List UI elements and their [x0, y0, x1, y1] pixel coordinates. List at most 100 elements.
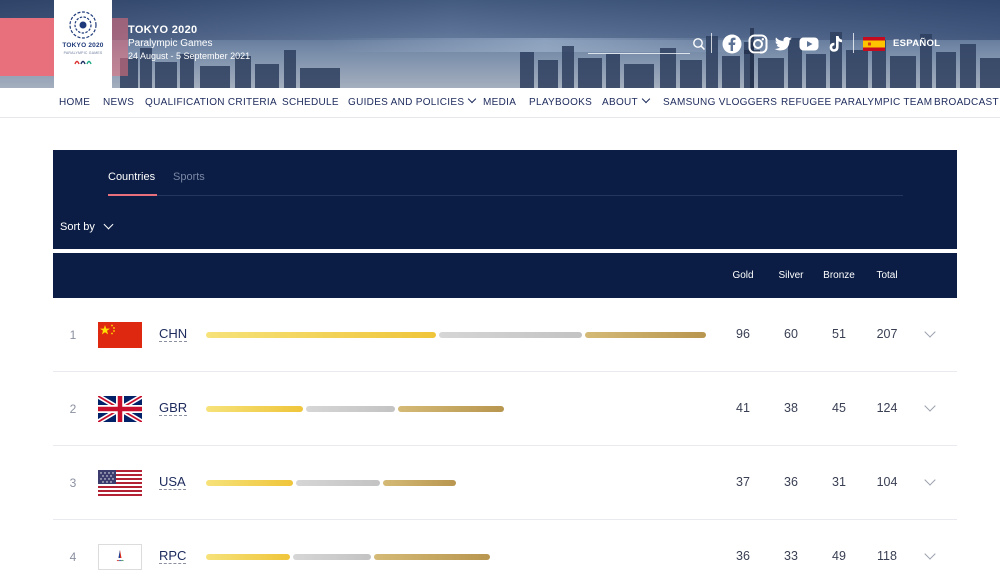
agitos-icon — [74, 60, 92, 65]
main-navigation: HOME NEWS QUALIFICATION CRITERIA SCHEDUL… — [0, 88, 1000, 118]
header-banner: TOKYO 2020 PARALYMPIC GAMES TOKYO 2020 P… — [0, 0, 1000, 88]
nav-item-guides-and-policies[interactable]: GUIDES AND POLICIES — [348, 94, 477, 108]
nav-item-label: GUIDES AND POLICIES — [348, 97, 465, 108]
event-dates: 24 August - 5 September 2021 — [128, 51, 251, 61]
brand-accent-strip-secondary — [112, 18, 128, 76]
table-row[interactable]: 1 CHN 96 60 51 207 — [53, 298, 957, 372]
bronze-bar — [383, 480, 456, 486]
expand-chevron-icon[interactable] — [924, 548, 936, 560]
bronze-bar — [397, 406, 505, 412]
spain-flag-icon[interactable] — [863, 37, 885, 51]
silver-bar — [293, 554, 371, 560]
chevron-down-icon — [468, 94, 477, 104]
column-header-bronze[interactable]: Bronze — [815, 270, 863, 281]
nav-item-broadcast[interactable]: BROADCAST — [934, 97, 999, 108]
nav-item-media[interactable]: MEDIA — [483, 97, 516, 108]
gold-count: 41 — [736, 401, 750, 415]
country-code[interactable]: USA — [159, 474, 186, 490]
brand-accent-strip — [0, 18, 56, 76]
expand-chevron-icon[interactable] — [924, 474, 936, 486]
column-header-silver[interactable]: Silver — [767, 270, 815, 281]
silver-bar — [305, 406, 395, 412]
logo-subtext: PARALYMPIC GAMES — [63, 51, 103, 55]
medal-bars — [206, 480, 712, 486]
nav-item-label: ABOUT — [602, 97, 638, 108]
medal-table-controls: Countries Sports Sort by — [53, 150, 957, 249]
column-header-gold[interactable]: Gold — [719, 270, 767, 281]
nav-item-schedule[interactable]: SCHEDULE — [282, 97, 339, 108]
active-tab-indicator — [108, 194, 157, 196]
paralympic-emblem-icon — [69, 11, 97, 39]
usa-flag-icon — [98, 470, 142, 496]
silver-bar — [439, 332, 583, 338]
sort-by-label: Sort by — [60, 221, 95, 233]
bronze-count: 49 — [832, 549, 846, 563]
bronze-bar — [373, 554, 490, 560]
sort-by-dropdown[interactable]: Sort by — [60, 219, 114, 233]
header-divider — [711, 33, 712, 53]
column-header-total[interactable]: Total — [863, 270, 911, 281]
expand-chevron-icon[interactable] — [924, 326, 936, 338]
china-flag-icon — [98, 322, 142, 348]
table-row[interactable]: 2 GBR 41 38 45 124 — [53, 372, 957, 446]
nav-item-playbooks[interactable]: PLAYBOOKS — [529, 97, 592, 108]
gold-bar — [206, 480, 293, 486]
gold-count: 36 — [736, 549, 750, 563]
gold-bar — [206, 554, 291, 560]
gold-bar — [206, 406, 303, 412]
tab-countries[interactable]: Countries — [108, 171, 155, 183]
header-divider — [853, 33, 854, 53]
twitter-icon[interactable] — [773, 34, 793, 54]
search-input[interactable] — [588, 53, 690, 54]
rank-number: 4 — [69, 550, 77, 564]
bronze-bar — [585, 332, 706, 338]
event-subtitle: Paralympic Games — [128, 38, 213, 49]
country-code[interactable]: GBR — [159, 400, 188, 416]
uk-flag-icon — [98, 396, 142, 422]
total-count: 124 — [876, 401, 898, 415]
chevron-down-icon — [641, 94, 651, 104]
paralympic-logo[interactable]: TOKYO 2020 PARALYMPIC GAMES — [54, 0, 112, 88]
country-code[interactable]: RPC — [159, 548, 187, 564]
expand-chevron-icon[interactable] — [924, 400, 936, 412]
event-title: TOKYO 2020 — [128, 24, 198, 36]
facebook-icon[interactable] — [722, 34, 742, 54]
medal-bars — [206, 554, 712, 560]
total-count: 207 — [876, 327, 898, 341]
medal-table-header: Gold Silver Bronze Total — [53, 253, 957, 298]
nav-item-news[interactable]: NEWS — [103, 97, 134, 108]
tab-divider — [108, 195, 903, 196]
bronze-count: 45 — [832, 401, 846, 415]
youtube-icon[interactable] — [799, 34, 819, 54]
rank-number: 3 — [69, 476, 77, 490]
total-count: 104 — [876, 475, 898, 489]
country-code[interactable]: CHN — [159, 326, 188, 342]
silver-count: 33 — [784, 549, 798, 563]
nav-item-qualification-criteria[interactable]: QUALIFICATION CRITERIA — [145, 97, 277, 108]
rank-number: 1 — [69, 328, 77, 342]
nav-item-home[interactable]: HOME — [59, 97, 90, 108]
silver-count: 60 — [784, 327, 798, 341]
instagram-icon[interactable] — [748, 34, 768, 54]
language-switch-link[interactable]: ESPAÑOL — [893, 38, 940, 49]
table-row[interactable]: 4 RPC 36 33 49 118 — [53, 520, 957, 581]
table-row[interactable]: 3 USA 37 36 31 104 — [53, 446, 957, 520]
search-icon[interactable] — [692, 37, 706, 51]
rank-number: 2 — [69, 402, 77, 416]
nav-item-about[interactable]: ABOUT — [602, 94, 651, 108]
nav-item-samsung-vloggers[interactable]: SAMSUNG VLOGGERS — [663, 97, 777, 108]
bronze-count: 31 — [832, 475, 846, 489]
chevron-down-icon — [103, 219, 114, 229]
silver-bar — [295, 480, 381, 486]
bronze-count: 51 — [832, 327, 846, 341]
tiktok-icon[interactable] — [825, 34, 845, 54]
gold-count: 37 — [736, 475, 750, 489]
nav-item-refugee-paralympic-team[interactable]: REFUGEE PARALYMPIC TEAM — [781, 97, 932, 108]
silver-count: 38 — [784, 401, 798, 415]
tab-sports[interactable]: Sports — [173, 171, 205, 183]
event-branding: TOKYO 2020 Paralympic Games 24 August - … — [128, 24, 250, 61]
medal-bars — [206, 406, 712, 412]
logo-wordmark: TOKYO 2020 — [62, 42, 104, 49]
rpc-flag-icon — [98, 544, 142, 570]
medal-bars — [206, 332, 712, 338]
